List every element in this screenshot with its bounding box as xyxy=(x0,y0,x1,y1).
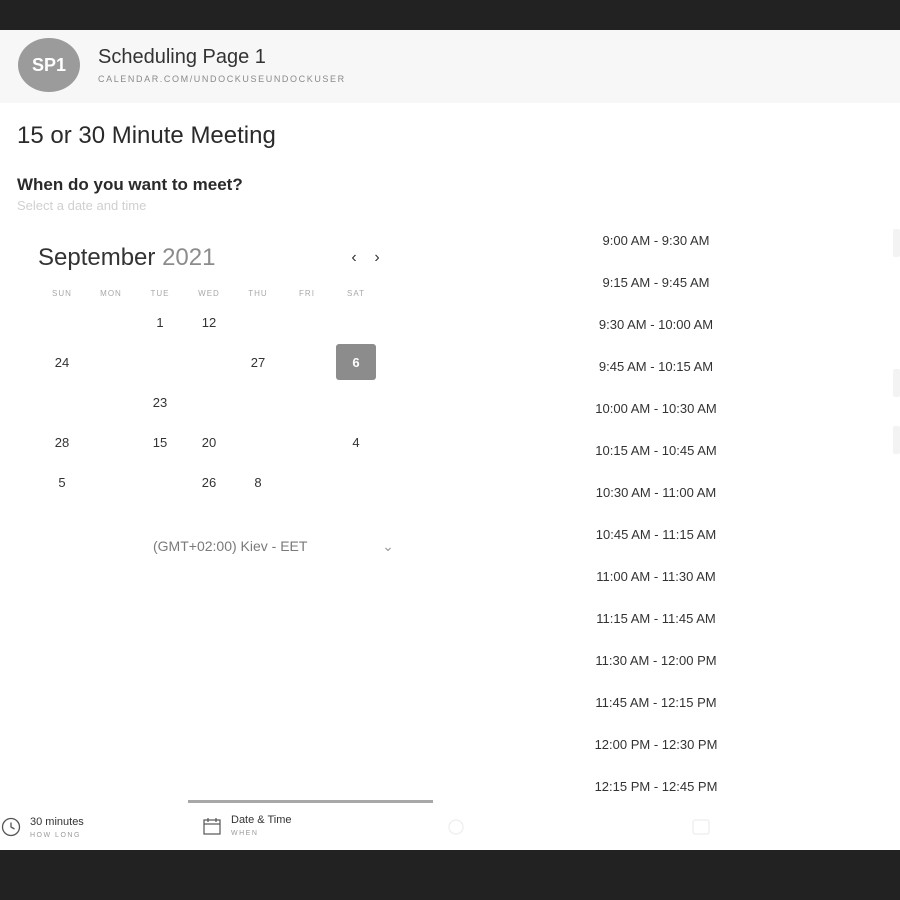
calendar-day xyxy=(140,344,180,380)
calendar-day xyxy=(91,464,131,500)
time-slot[interactable]: 11:00 AM - 11:30 AM xyxy=(556,569,756,584)
calendar-day xyxy=(336,464,376,500)
calendar-day xyxy=(91,424,131,460)
scroll-edge-marker xyxy=(893,369,900,397)
step-datetime-label[interactable]: Date & Time xyxy=(231,814,292,826)
calendar-day xyxy=(91,384,131,420)
step-duration-sub: HOW LONG xyxy=(30,832,81,839)
clock-icon xyxy=(0,816,22,843)
time-slot[interactable]: 9:15 AM - 9:45 AM xyxy=(556,275,756,290)
calendar-day xyxy=(238,384,278,420)
weekday-label: MON xyxy=(100,289,122,298)
scroll-edge-marker xyxy=(893,426,900,454)
calendar-day xyxy=(140,464,180,500)
calendar-month-label: September 2021 xyxy=(38,244,215,272)
calendar-day xyxy=(238,304,278,340)
time-slot[interactable]: 10:30 AM - 11:00 AM xyxy=(556,485,756,500)
location-pin-icon xyxy=(447,818,465,841)
calendar-day[interactable]: 23 xyxy=(140,384,180,420)
calendar-day[interactable]: 27 xyxy=(238,344,278,380)
calendar-day xyxy=(238,424,278,460)
avatar: SP1 xyxy=(18,38,80,92)
weekday-label: TUE xyxy=(150,289,170,298)
step-duration-label[interactable]: 30 minutes xyxy=(30,816,84,828)
calendar-day xyxy=(287,344,327,380)
calendar-day[interactable]: 1 xyxy=(140,304,180,340)
check-icon xyxy=(692,818,712,841)
time-slot[interactable]: 12:00 PM - 12:30 PM xyxy=(556,737,756,752)
calendar-day[interactable]: 15 xyxy=(140,424,180,460)
weekday-label: SUN xyxy=(52,289,72,298)
calendar-day xyxy=(287,464,327,500)
calendar-day xyxy=(336,304,376,340)
chevron-left-icon: ‹ xyxy=(351,249,357,266)
calendar-day xyxy=(42,304,82,340)
calendar-day[interactable]: 20 xyxy=(189,424,229,460)
calendar-day[interactable]: 4 xyxy=(336,424,376,460)
section-hint: Select a date and time xyxy=(17,198,147,213)
previous-month-button[interactable]: ‹ xyxy=(346,248,362,268)
scheduling-page: SP1 Scheduling Page 1 CALENDAR.COM/UNDOC… xyxy=(0,30,900,850)
next-month-button[interactable]: › xyxy=(369,248,385,268)
calendar-day[interactable]: 26 xyxy=(189,464,229,500)
top-dark-bar xyxy=(0,0,900,30)
active-step-indicator xyxy=(188,800,433,803)
calendar-day[interactable]: 8 xyxy=(238,464,278,500)
calendar-day[interactable]: 5 xyxy=(42,464,82,500)
calendar-day-selected[interactable]: 6 xyxy=(336,344,376,380)
time-slot[interactable]: 9:45 AM - 10:15 AM xyxy=(556,359,756,374)
scroll-edge-marker xyxy=(893,229,900,257)
weekday-label: SAT xyxy=(347,289,365,298)
section-heading: When do you want to meet? xyxy=(17,175,243,194)
weekday-label: FRI xyxy=(299,289,315,298)
calendar-day xyxy=(91,304,131,340)
step-datetime-sub: WHEN xyxy=(231,830,259,837)
calendar-day xyxy=(287,304,327,340)
calendar-month: September xyxy=(38,244,156,271)
time-slot[interactable]: 10:15 AM - 10:45 AM xyxy=(556,443,756,458)
bottom-dark-bar xyxy=(0,850,900,900)
weekday-label: WED xyxy=(198,289,220,298)
time-slot[interactable]: 9:00 AM - 9:30 AM xyxy=(556,233,756,248)
calendar-day[interactable]: 28 xyxy=(42,424,82,460)
time-slot[interactable]: 9:30 AM - 10:00 AM xyxy=(556,317,756,332)
time-slot[interactable]: 11:15 AM - 11:45 AM xyxy=(556,611,756,626)
calendar-day[interactable]: 24 xyxy=(42,344,82,380)
calendar-day xyxy=(189,344,229,380)
page-header: SP1 Scheduling Page 1 CALENDAR.COM/UNDOC… xyxy=(0,30,900,103)
calendar-icon xyxy=(202,816,222,841)
calendar-year: 2021 xyxy=(162,244,216,271)
time-slot[interactable]: 11:30 AM - 12:00 PM xyxy=(556,653,756,668)
chevron-down-icon[interactable]: ⌄ xyxy=(380,538,396,555)
page-url[interactable]: CALENDAR.COM/UNDOCKUSEUNDOCKUSER xyxy=(98,74,346,84)
timezone-select[interactable]: (GMT+02:00) Kiev - EET xyxy=(153,538,307,554)
time-slot[interactable]: 12:15 PM - 12:45 PM xyxy=(556,779,756,794)
calendar-day[interactable]: 12 xyxy=(189,304,229,340)
chevron-right-icon: › xyxy=(374,249,380,266)
meeting-title: 15 or 30 Minute Meeting xyxy=(17,122,276,149)
calendar-day xyxy=(42,384,82,420)
time-slot[interactable]: 10:45 AM - 11:15 AM xyxy=(556,527,756,542)
calendar-day xyxy=(336,384,376,420)
time-slot[interactable]: 10:00 AM - 10:30 AM xyxy=(556,401,756,416)
weekday-label: THU xyxy=(248,289,268,298)
calendar-day xyxy=(91,344,131,380)
calendar-day xyxy=(189,384,229,420)
page-name: Scheduling Page 1 xyxy=(98,46,266,68)
time-slot[interactable]: 11:45 AM - 12:15 PM xyxy=(556,695,756,710)
calendar-day xyxy=(287,424,327,460)
calendar-day xyxy=(287,384,327,420)
